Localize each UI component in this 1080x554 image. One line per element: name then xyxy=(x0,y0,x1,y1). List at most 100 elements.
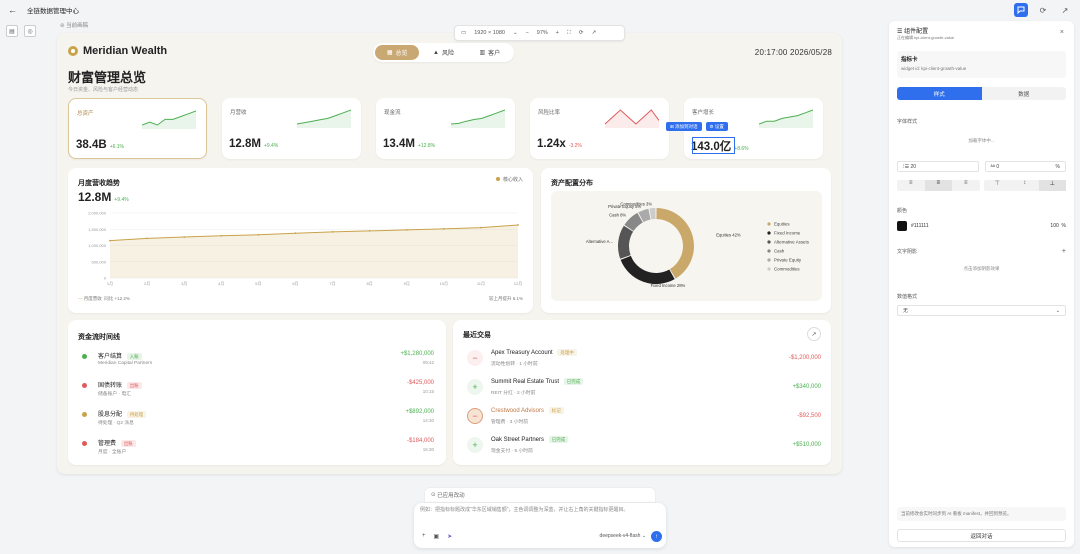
trade-name: Oak Street Partners 已完成 xyxy=(491,436,569,443)
x-tick-label: 5月 xyxy=(255,281,261,286)
status-badge: 待处理 xyxy=(126,411,147,418)
trend-title: 月度营收趋势 xyxy=(78,180,120,187)
selection-box[interactable] xyxy=(692,137,735,154)
timeline-sub: Meridian Capital Partners xyxy=(98,361,153,366)
sparkline-area xyxy=(605,110,659,128)
fit-screen-icon[interactable]: ⛶ xyxy=(567,30,571,37)
kpi-label: 月营收 xyxy=(230,110,247,116)
trades-title: 最近交易 xyxy=(463,332,491,339)
settings-label: 设置 xyxy=(714,123,724,129)
footer-mid: 同比 +12.2% xyxy=(104,296,130,301)
data-point xyxy=(257,233,260,236)
tab-label: 客户 xyxy=(488,51,501,57)
y-tick-label: 0 xyxy=(104,276,107,281)
trade-sub: 流动性划转 · 1 小时前 xyxy=(491,362,538,367)
kpi-value-text: 38.4B xyxy=(76,139,107,151)
font-select[interactable]: 加载字体中... xyxy=(897,138,1066,144)
kpi-card[interactable]: 风险比率 1.24x -3.2% xyxy=(530,98,669,159)
external-link-icon[interactable]: ↗ xyxy=(1058,3,1072,17)
zoom-out-button[interactable]: − xyxy=(526,30,529,36)
model-select[interactable]: deepseek-v4-flash ⌄ xyxy=(600,533,646,539)
floating-actions: ⊞ 添加到对话 ⚙ 设置 xyxy=(666,122,728,131)
timeline-item[interactable]: 管理费 出账 月度 · 全账户 -$184,000 15:30 xyxy=(78,435,436,461)
back-arrow-icon[interactable]: ← xyxy=(8,5,17,15)
settings-button[interactable]: ⚙ 设置 xyxy=(705,122,728,131)
plus-icon[interactable]: + xyxy=(422,533,426,540)
timeline-sub: 月度 · 全账户 xyxy=(98,450,127,455)
image-icon[interactable]: ▣ xyxy=(434,533,440,540)
slice-label: Fixed Income 28% xyxy=(651,283,686,288)
zoom-in-button[interactable]: + xyxy=(556,30,559,36)
align-top-icon[interactable]: ⊤ xyxy=(984,180,1012,191)
timeline-item[interactable]: 国债转账 出账 储备账户 · 电汇 -$425,000 10:15 xyxy=(78,377,436,403)
donut-slice[interactable] xyxy=(656,208,694,279)
color-swatch[interactable] xyxy=(897,221,907,231)
data-point xyxy=(109,239,111,242)
open-external-icon[interactable]: ↗ xyxy=(591,30,596,36)
kpi-card[interactable]: 总资产 38.4B +6.1% xyxy=(68,98,207,159)
chat-tools: + ▣ ➤ xyxy=(422,533,452,540)
trade-row[interactable]: + Summit Real Estate Trust 已完成 REIT 分红 ·… xyxy=(465,375,821,401)
kpi-label: 现金流 xyxy=(384,110,401,116)
shadow-hint[interactable]: 点击添加阴影效果 xyxy=(897,266,1066,272)
status-badge: 出账 xyxy=(120,440,136,447)
align-bottom-icon[interactable]: ⊥ xyxy=(1038,180,1066,191)
chevron-down-icon: ⌄ xyxy=(1055,307,1060,314)
timeline-item[interactable]: 股息分配 待处理 待处理 · Q2 派息 +$892,000 14:30 xyxy=(78,406,436,432)
cursor-icon[interactable]: ➤ xyxy=(447,533,452,540)
revenue-line-chart: 2,000,000 1,500,000 1,000,000 500,000 01月 2月 3… xyxy=(88,211,522,287)
x-tick-label: 10月 xyxy=(440,281,448,286)
close-icon[interactable]: × xyxy=(1060,29,1064,36)
reload-icon[interactable]: ⟳ xyxy=(579,30,584,36)
chevron-down-icon[interactable]: ⌄ xyxy=(513,30,518,36)
sparkline xyxy=(451,109,505,128)
back-to-chat-button[interactable]: 返回对话 xyxy=(897,529,1066,542)
database-icon[interactable]: ◎ xyxy=(24,25,36,37)
donut-slice[interactable] xyxy=(649,208,656,220)
legend-label: Private Equity xyxy=(774,258,802,263)
letter-spacing-input[interactable]: ᴬᴬ 0% xyxy=(984,161,1066,172)
change-note: ⊙ 已应用改动 xyxy=(424,487,656,503)
tab-clients[interactable]: ▥ 客户 xyxy=(468,45,512,60)
spacing-value: 0 xyxy=(996,163,1000,170)
timeline-item[interactable]: 客户结算 入账 Meridian Capital Partners +$1,28… xyxy=(78,348,436,374)
donut-slice[interactable] xyxy=(618,225,634,259)
tab-overview[interactable]: ▦ 总览 xyxy=(375,45,420,60)
viewport-size[interactable]: 1920 × 1080 xyxy=(474,30,505,36)
kpi-card[interactable]: 现金流 13.4M +12.8% xyxy=(376,98,515,159)
top-right-actions: ⟳ ↗ xyxy=(1014,3,1072,17)
chat-input[interactable]: 例如：把指标标题改成"华东区域销售额"，主色调调整为深蓝，并让右上角的关键指标更… xyxy=(420,507,660,515)
align-right-icon[interactable]: ≡ xyxy=(952,180,980,191)
add-to-chat-button[interactable]: ⊞ 添加到对话 xyxy=(666,122,702,131)
opacity-unit: % xyxy=(1061,223,1066,229)
shadow-row: 文字阴影 + xyxy=(897,248,1066,255)
opacity-value[interactable]: 100 xyxy=(1050,223,1058,229)
trade-row[interactable]: − Crestwood Advisors 标记 管理费 · 3 小时前 -$92… xyxy=(465,404,821,430)
brand-name: Meridian Wealth xyxy=(83,45,168,57)
tab-data[interactable]: 数据 xyxy=(982,87,1067,100)
file-icon[interactable]: ▤ xyxy=(6,25,18,37)
data-point xyxy=(146,237,148,240)
trade-row[interactable]: − Apex Treasury Account 处理中 流动性划转 · 1 小时… xyxy=(465,346,821,372)
x-tick-label: 7月 xyxy=(329,281,335,286)
send-button[interactable]: ↑ xyxy=(651,531,662,542)
plus-icon: + xyxy=(467,379,483,395)
expand-arrow-icon[interactable]: ↗ xyxy=(807,327,821,341)
font-size-input[interactable]: ⁝☰ 20 xyxy=(897,161,979,172)
color-value[interactable]: #111111 xyxy=(911,223,929,229)
chat-toggle-icon[interactable] xyxy=(1014,3,1028,17)
format-select[interactable]: 无 ⌄ xyxy=(897,305,1066,316)
align-left-icon[interactable]: ≡ xyxy=(897,180,925,191)
refresh-icon[interactable]: ⟳ xyxy=(1036,3,1050,17)
legend-dot xyxy=(767,231,771,235)
donut-slice[interactable] xyxy=(620,255,675,284)
kpi-card[interactable]: 月营收 12.8M +9.4% xyxy=(222,98,361,159)
tab-risk[interactable]: ▲ 风险 xyxy=(421,45,465,60)
trade-name-text: Summit Real Estate Trust xyxy=(491,379,560,385)
trade-row[interactable]: + Oak Street Partners 已完成 现金支付 · 5 小时前 +… xyxy=(465,433,821,459)
allocation-title: 资产配置分布 xyxy=(551,180,593,187)
add-shadow-icon[interactable]: + xyxy=(1062,248,1066,255)
align-middle-icon[interactable]: ↕ xyxy=(1011,180,1039,191)
align-center-icon[interactable]: ≡ xyxy=(924,180,952,191)
tab-style[interactable]: 样式 xyxy=(897,87,982,100)
